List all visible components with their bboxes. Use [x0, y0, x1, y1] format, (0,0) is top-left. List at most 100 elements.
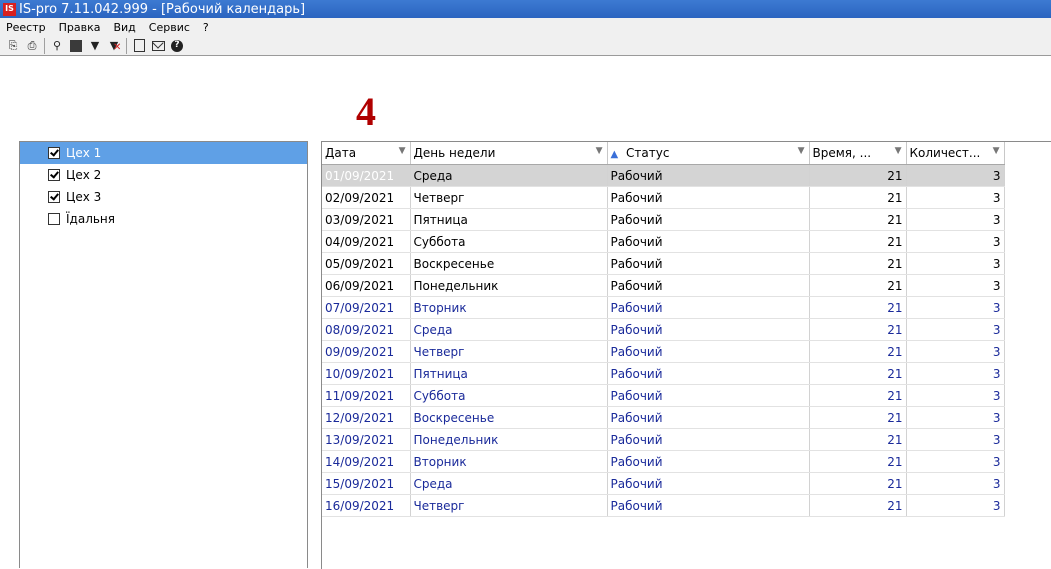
cell-weekday[interactable]: Четверг — [410, 186, 608, 209]
cell-date[interactable]: 04/09/2021 — [322, 230, 411, 253]
table-row[interactable]: 14/09/2021 Вторник Рабочий 21 3 — [322, 450, 1005, 473]
cell-count[interactable]: 3 — [906, 362, 1005, 385]
cell-status[interactable]: Рабочий — [607, 384, 810, 407]
cell-status[interactable]: Рабочий — [607, 208, 810, 231]
cell-status[interactable]: Рабочий — [607, 406, 810, 429]
cell-time[interactable]: 21 — [809, 340, 907, 363]
cell-count[interactable]: 3 — [906, 340, 1005, 363]
table-row[interactable]: 03/09/2021 Пятница Рабочий 21 3 — [322, 208, 1005, 231]
cell-status[interactable]: Рабочий — [607, 296, 810, 319]
table-row[interactable]: 06/09/2021 Понедельник Рабочий 21 3 — [322, 274, 1005, 297]
cell-count[interactable]: 3 — [906, 252, 1005, 275]
cell-weekday[interactable]: Воскресенье — [410, 252, 608, 275]
document-icon[interactable] — [131, 38, 147, 54]
dropdown-arrow-icon[interactable]: ▼ — [596, 146, 603, 156]
tree-item-workshop-2[interactable]: Цех 2 — [20, 164, 307, 186]
dropdown-arrow-icon[interactable]: ▼ — [798, 146, 805, 156]
tree-item-workshop-3[interactable]: Цех 3 — [20, 186, 307, 208]
cell-weekday[interactable]: Пятница — [410, 362, 608, 385]
cell-status[interactable]: Рабочий — [607, 318, 810, 341]
menu-help[interactable]: ? — [203, 21, 209, 34]
column-header-count[interactable]: Количест... ▼ — [906, 142, 1005, 165]
tree-item-canteen[interactable]: Їдальня — [20, 208, 307, 230]
cell-weekday[interactable]: Пятница — [410, 208, 608, 231]
cell-date[interactable]: 09/09/2021 — [322, 340, 411, 363]
cell-weekday[interactable]: Вторник — [410, 450, 608, 473]
table-row[interactable]: 08/09/2021 Среда Рабочий 21 3 — [322, 318, 1005, 341]
cell-count[interactable]: 3 — [906, 186, 1005, 209]
checkbox[interactable] — [48, 169, 60, 181]
table-row[interactable]: 11/09/2021 Суббота Рабочий 21 3 — [322, 384, 1005, 407]
table-row[interactable]: 13/09/2021 Понедельник Рабочий 21 3 — [322, 428, 1005, 451]
cell-time[interactable]: 21 — [809, 428, 907, 451]
tree-item-workshop-1[interactable]: Цех 1 — [20, 142, 307, 164]
cell-date[interactable]: 06/09/2021 — [322, 274, 411, 297]
cell-status[interactable]: Рабочий — [607, 164, 810, 187]
cell-count[interactable]: 3 — [906, 296, 1005, 319]
table-row[interactable]: 16/09/2021 Четверг Рабочий 21 3 — [322, 494, 1005, 517]
dropdown-arrow-icon[interactable]: ▼ — [399, 146, 406, 156]
cell-weekday[interactable]: Среда — [410, 164, 608, 187]
menu-registry[interactable]: Реестр — [6, 21, 46, 34]
help-icon[interactable]: ? — [169, 38, 185, 54]
column-header-weekday[interactable]: День недели ▼ — [410, 142, 608, 165]
cell-count[interactable]: 3 — [906, 230, 1005, 253]
cell-date[interactable]: 10/09/2021 — [322, 362, 411, 385]
print-icon[interactable]: ⎙ — [24, 38, 40, 54]
cell-status[interactable]: Рабочий — [607, 252, 810, 275]
cell-date[interactable]: 05/09/2021 — [322, 252, 411, 275]
clear-filter-icon[interactable]: ▼ ✕ — [106, 38, 122, 54]
column-header-status[interactable]: ▲ Статус ▼ — [607, 142, 810, 165]
table-row[interactable]: 04/09/2021 Суббота Рабочий 21 3 — [322, 230, 1005, 253]
stop-icon[interactable] — [68, 38, 84, 54]
cell-date[interactable]: 01/09/2021 — [322, 164, 411, 187]
cell-count[interactable]: 3 — [906, 318, 1005, 341]
cell-time[interactable]: 21 — [809, 186, 907, 209]
cell-date[interactable]: 08/09/2021 — [322, 318, 411, 341]
cell-status[interactable]: Рабочий — [607, 450, 810, 473]
column-header-date[interactable]: Дата ▼ — [322, 142, 411, 165]
checkbox[interactable] — [48, 191, 60, 203]
cell-time[interactable]: 21 — [809, 208, 907, 231]
cell-count[interactable]: 3 — [906, 208, 1005, 231]
cell-date[interactable]: 14/09/2021 — [322, 450, 411, 473]
cell-count[interactable]: 3 — [906, 164, 1005, 187]
cell-time[interactable]: 21 — [809, 252, 907, 275]
cell-date[interactable]: 16/09/2021 — [322, 494, 411, 517]
table-row[interactable]: 05/09/2021 Воскресенье Рабочий 21 3 — [322, 252, 1005, 275]
cell-count[interactable]: 3 — [906, 450, 1005, 473]
column-header-time[interactable]: Время, ... ▼ — [809, 142, 907, 165]
cell-time[interactable]: 21 — [809, 318, 907, 341]
cell-count[interactable]: 3 — [906, 494, 1005, 517]
cell-time[interactable]: 21 — [809, 406, 907, 429]
cell-time[interactable]: 21 — [809, 384, 907, 407]
cell-time[interactable]: 21 — [809, 296, 907, 319]
cell-weekday[interactable]: Среда — [410, 318, 608, 341]
mail-icon[interactable] — [150, 38, 166, 54]
search-icon[interactable]: ⚲ — [49, 38, 65, 54]
cell-date[interactable]: 02/09/2021 — [322, 186, 411, 209]
cell-count[interactable]: 3 — [906, 428, 1005, 451]
table-row[interactable]: 12/09/2021 Воскресенье Рабочий 21 3 — [322, 406, 1005, 429]
table-row[interactable]: 02/09/2021 Четверг Рабочий 21 3 — [322, 186, 1005, 209]
cell-count[interactable]: 3 — [906, 472, 1005, 495]
cell-count[interactable]: 3 — [906, 406, 1005, 429]
cell-weekday[interactable]: Суббота — [410, 384, 608, 407]
cell-status[interactable]: Рабочий — [607, 494, 810, 517]
cell-status[interactable]: Рабочий — [607, 274, 810, 297]
checkbox[interactable] — [48, 213, 60, 225]
cell-status[interactable]: Рабочий — [607, 340, 810, 363]
cell-time[interactable]: 21 — [809, 230, 907, 253]
cell-count[interactable]: 3 — [906, 274, 1005, 297]
cell-date[interactable]: 07/09/2021 — [322, 296, 411, 319]
cell-weekday[interactable]: Четверг — [410, 494, 608, 517]
cell-weekday[interactable]: Суббота — [410, 230, 608, 253]
cell-weekday[interactable]: Среда — [410, 472, 608, 495]
filter-icon[interactable]: ▼ — [87, 38, 103, 54]
dropdown-arrow-icon[interactable]: ▼ — [895, 146, 902, 156]
cell-time[interactable]: 21 — [809, 494, 907, 517]
cell-time[interactable]: 21 — [809, 362, 907, 385]
cell-status[interactable]: Рабочий — [607, 428, 810, 451]
cell-date[interactable]: 12/09/2021 — [322, 406, 411, 429]
cell-time[interactable]: 21 — [809, 274, 907, 297]
